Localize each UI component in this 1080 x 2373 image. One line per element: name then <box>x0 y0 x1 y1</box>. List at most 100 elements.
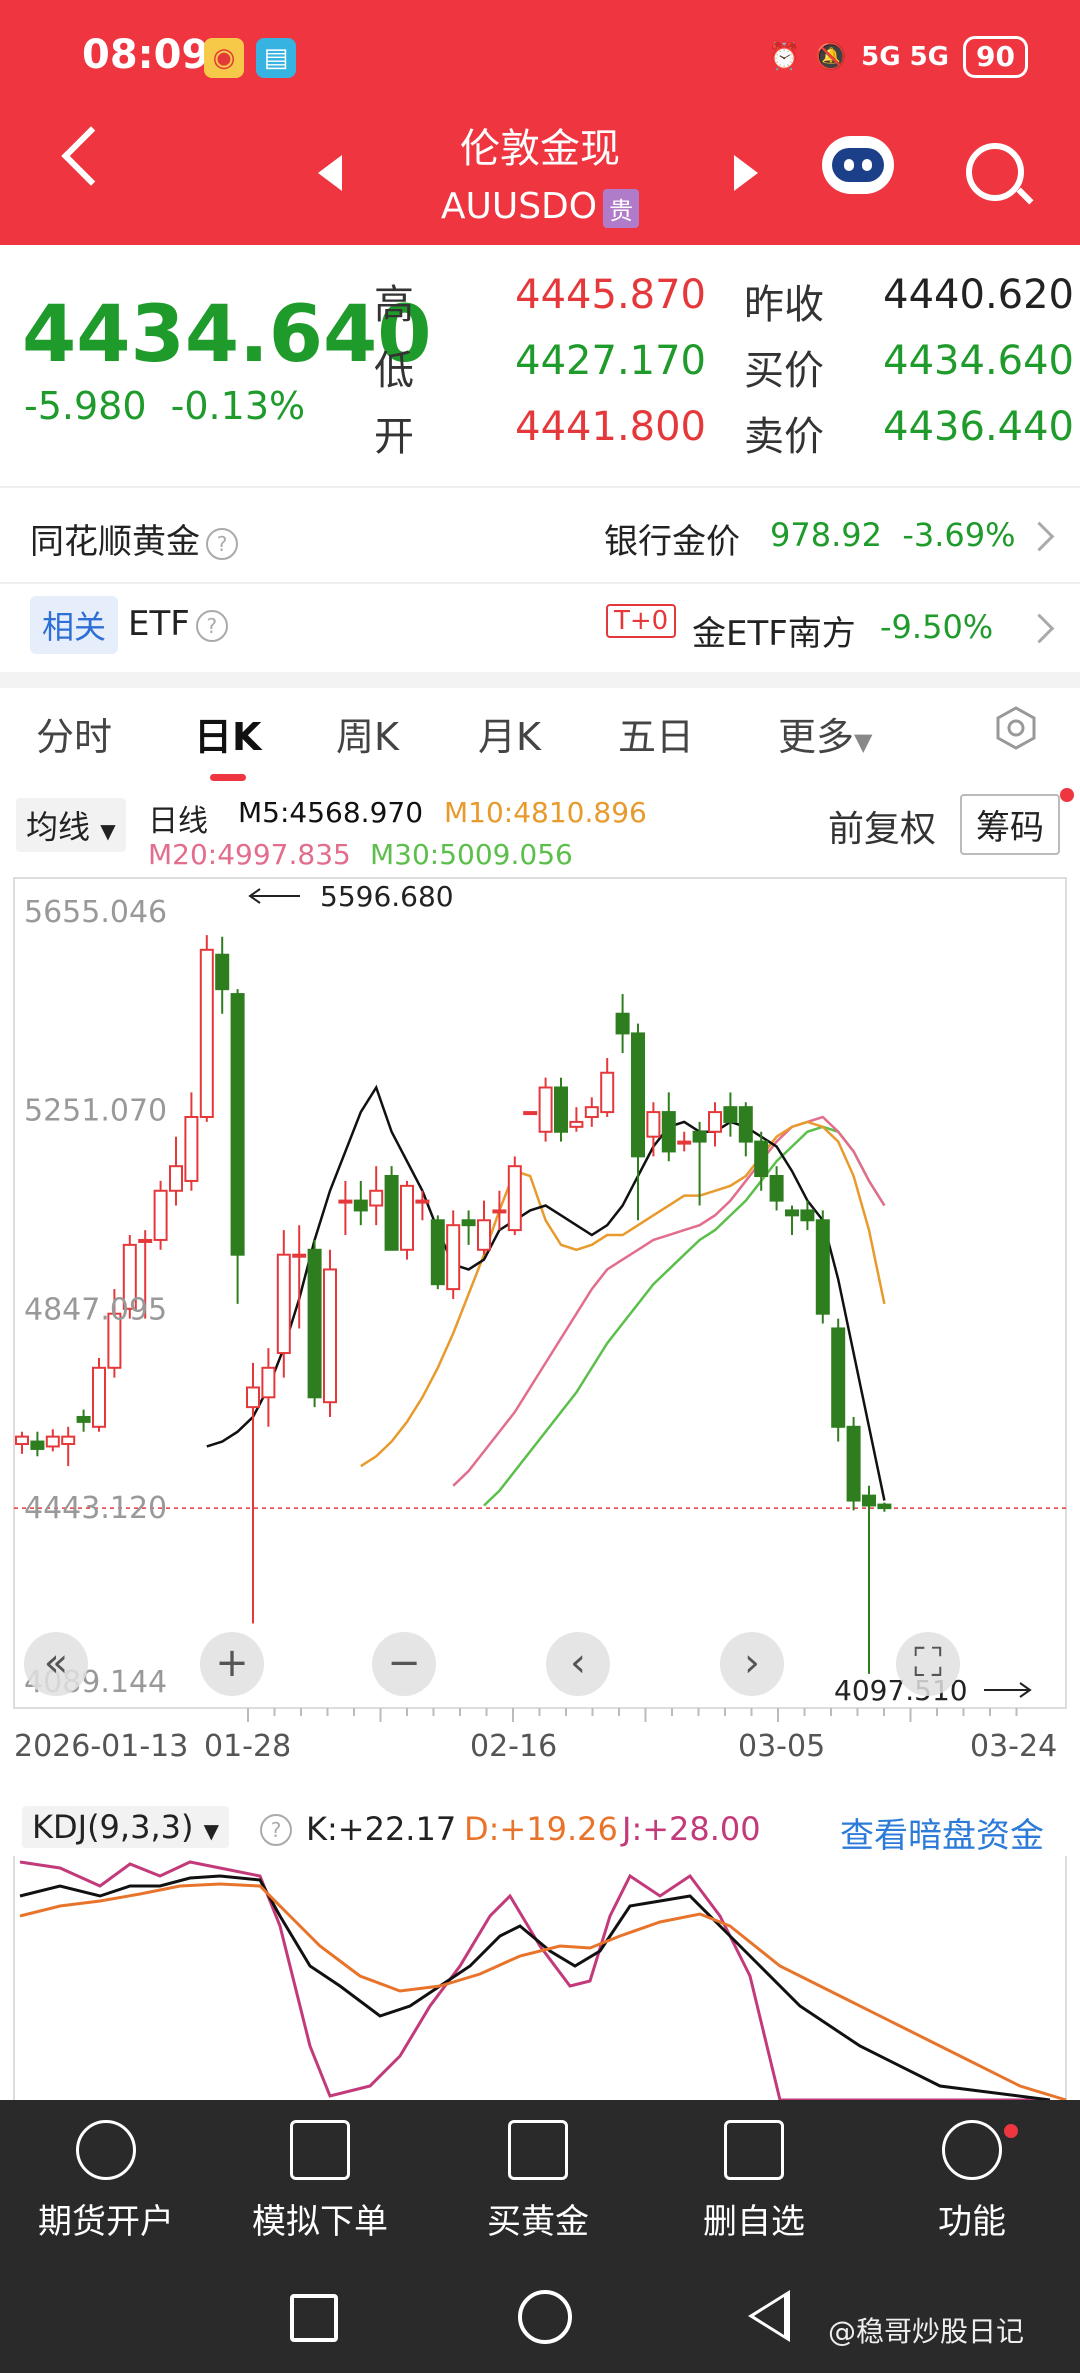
candle-body <box>246 1386 260 1409</box>
tab-more[interactable]: 更多▼ <box>778 706 872 761</box>
candle-body <box>800 1209 815 1222</box>
chip-distribution-button[interactable]: 筹码 <box>960 794 1060 855</box>
nav-label: 买黄金 <box>487 2202 589 2242</box>
mute-icon: 🔕 <box>814 42 848 72</box>
candle <box>646 1102 661 1157</box>
help-icon[interactable]: ? <box>195 609 228 642</box>
candle <box>692 1121 707 1206</box>
tab-daily-k[interactable]: 日K <box>194 706 261 761</box>
help-icon[interactable]: ? <box>206 527 238 560</box>
home-button[interactable] <box>518 2290 572 2344</box>
assistant-robot-icon[interactable] <box>822 136 894 194</box>
nav-functions[interactable]: 功能 <box>892 2120 1052 2243</box>
x-tick-label: 02-16 <box>470 1729 557 1760</box>
candle <box>184 1092 199 1191</box>
bid-value: 4434.640 <box>883 338 1074 384</box>
candle-body <box>400 1184 414 1251</box>
candle-body <box>785 1209 799 1217</box>
candle-body <box>461 1219 476 1227</box>
scroll-left-button[interactable]: ‹ <box>546 1632 610 1696</box>
nav-label: 功能 <box>938 2202 1006 2242</box>
kdj-k-value: K:+22.17 <box>306 1810 457 1848</box>
nav-buy-gold[interactable]: 买黄金 <box>458 2120 618 2243</box>
open-value: 4441.800 <box>515 404 706 450</box>
settings-icon[interactable] <box>994 706 1038 750</box>
nav-futures-account[interactable]: 期货开户 <box>26 2120 186 2243</box>
fullscreen-button[interactable]: ⛶ <box>896 1632 960 1696</box>
search-icon[interactable] <box>966 143 1024 201</box>
weibo-icon: ◉ <box>204 38 244 78</box>
tab-intraday[interactable]: 分时 <box>36 706 112 761</box>
instrument-symbol: AUUSDO 贵 <box>0 186 1080 228</box>
candle-body <box>600 1071 615 1114</box>
nav-remove-watchlist[interactable]: 删自选 <box>674 2120 834 2243</box>
change-value: -5.980 <box>24 384 147 428</box>
kdj-indicator-select[interactable]: KDJ(9,3,3) ▼ <box>22 1806 230 1848</box>
zoom-in-button[interactable]: + <box>200 1632 264 1696</box>
candle <box>661 1092 676 1162</box>
candle <box>754 1131 769 1191</box>
x-tick-label: 2026-01-13 <box>14 1729 188 1760</box>
kdj-k-line <box>19 1874 1051 2100</box>
candlestick-chart[interactable]: 5655.0465251.0704847.0954443.1204089.144… <box>0 870 1080 1760</box>
candle-body <box>323 1268 337 1404</box>
kdj-j-value: J:+28.00 <box>622 1810 761 1848</box>
scroll-fast-left-button[interactable]: « <box>24 1632 88 1696</box>
candle-body <box>492 1209 507 1214</box>
dark-pool-funds-link[interactable]: 查看暗盘资金 <box>840 1808 1044 1857</box>
candle-body <box>661 1111 676 1153</box>
divider <box>0 486 1080 488</box>
help-icon[interactable]: ? <box>260 1814 292 1846</box>
candle-body <box>815 1219 830 1315</box>
nav-label: 期货开户 <box>38 2202 174 2242</box>
candle <box>631 1023 645 1221</box>
candle <box>338 1180 353 1236</box>
indicator-select[interactable]: 均线 ▼ <box>16 798 126 852</box>
candle <box>215 936 230 1014</box>
kdj-d-value: D:+19.26 <box>464 1810 618 1848</box>
candle <box>600 1058 615 1118</box>
kdj-chart <box>13 1856 1067 2100</box>
candle <box>353 1180 368 1226</box>
etf-change: -9.50% <box>880 608 994 646</box>
candle <box>230 989 245 1304</box>
candle <box>92 1357 106 1432</box>
tab-five-day[interactable]: 五日 <box>618 706 694 761</box>
recent-apps-button[interactable] <box>290 2294 338 2342</box>
document-icon <box>290 2120 350 2180</box>
candle-body <box>523 1111 538 1116</box>
zoom-out-button[interactable]: − <box>372 1632 436 1696</box>
change-percent: -0.13% <box>170 384 306 428</box>
candle <box>708 1102 722 1147</box>
bank-price: 978.92 <box>770 516 882 554</box>
symbol-text: AUUSDO <box>440 186 598 227</box>
scroll-right-button[interactable]: › <box>720 1632 784 1696</box>
system-back-button[interactable] <box>748 2290 790 2342</box>
ma10-line <box>360 1120 886 1468</box>
x-tick-label: 03-24 <box>970 1729 1057 1760</box>
candle-body <box>415 1199 430 1204</box>
price-change: -5.980 -0.13% <box>24 384 305 428</box>
candle <box>554 1077 568 1142</box>
candle <box>199 935 214 1122</box>
book-icon: ▤ <box>256 38 296 78</box>
x-tick-label: 01-28 <box>204 1729 291 1760</box>
etf-name: 金ETF南方 <box>692 614 856 654</box>
adjust-mode-button[interactable]: 前复权 <box>828 800 936 852</box>
candle <box>723 1092 738 1137</box>
candle <box>785 1205 799 1236</box>
tab-weekly-k[interactable]: 周K <box>336 706 399 761</box>
candle <box>261 1348 276 1427</box>
dial-icon <box>76 2120 136 2180</box>
watermark: @稳哥炒股日记 <box>828 2315 1025 2348</box>
candle <box>846 1416 861 1511</box>
bank-gold-value: 978.92 -3.69% <box>770 516 1016 554</box>
y-tick-label: 4847.095 <box>24 1292 167 1327</box>
candle-body <box>199 948 214 1119</box>
tab-monthly-k[interactable]: 月K <box>478 706 541 761</box>
active-tab-indicator <box>210 774 246 781</box>
candle-body <box>831 1327 846 1428</box>
nav-simulated-order[interactable]: 模拟下单 <box>240 2120 400 2243</box>
candle-body <box>646 1111 661 1138</box>
candle <box>384 1166 399 1251</box>
